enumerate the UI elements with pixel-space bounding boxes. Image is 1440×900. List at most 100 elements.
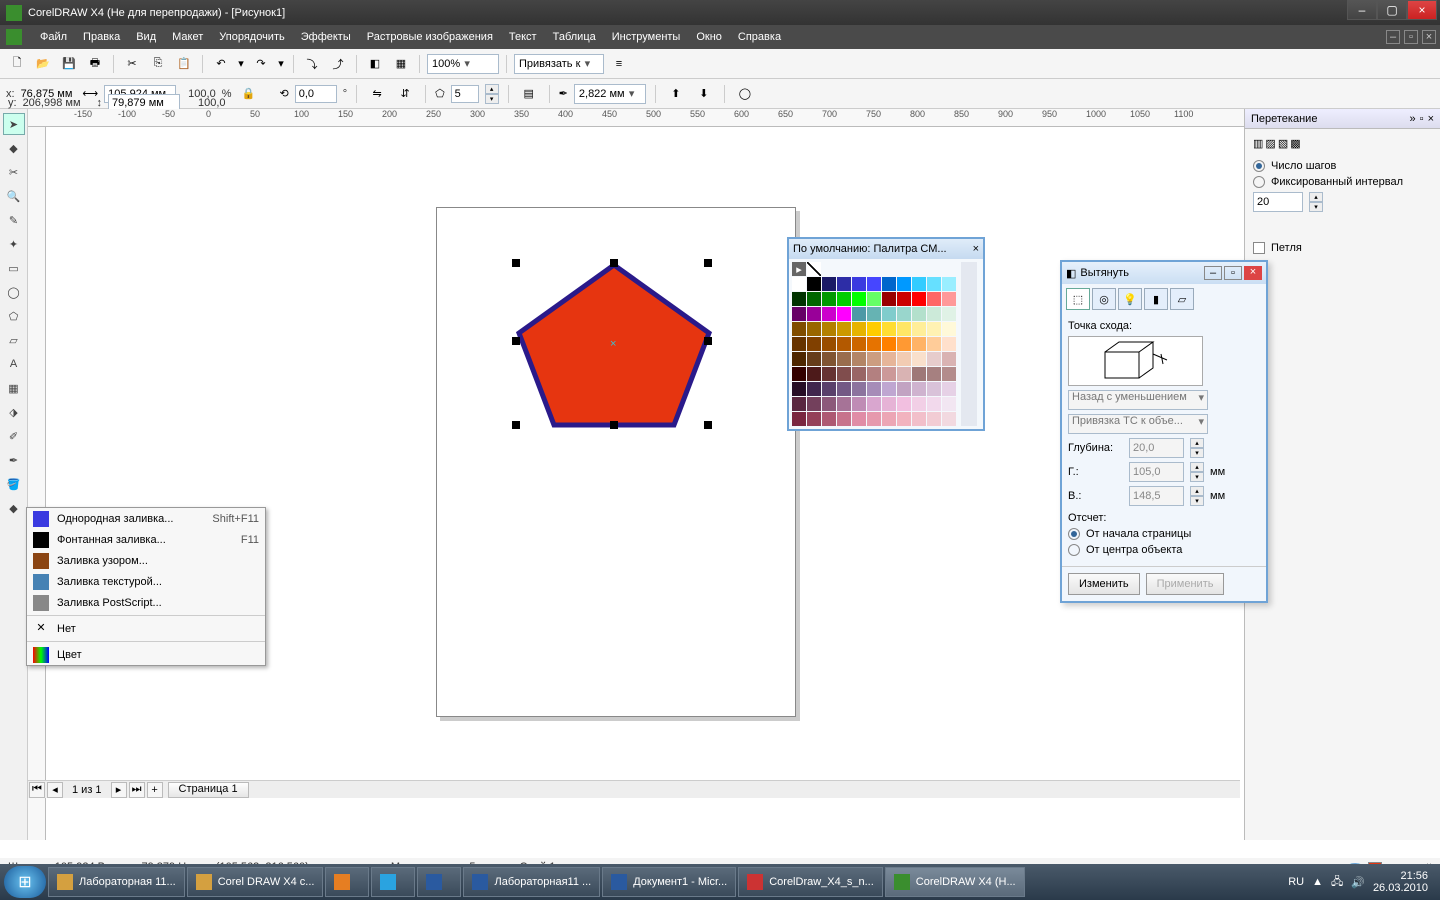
color-swatch[interactable] xyxy=(897,382,911,396)
convert-curves-icon[interactable]: ◯ xyxy=(734,83,756,105)
color-swatch[interactable] xyxy=(792,382,806,396)
extrude-tab-camera[interactable]: ⬚ xyxy=(1066,288,1090,310)
page-tab[interactable]: Страница 1 xyxy=(168,782,249,798)
color-swatch[interactable] xyxy=(897,367,911,381)
color-swatch[interactable] xyxy=(852,307,866,321)
table-tool[interactable]: ▦ xyxy=(3,377,25,399)
color-swatch[interactable] xyxy=(882,397,896,411)
extrude-type-select[interactable]: Назад с уменьшением▾ xyxy=(1068,390,1208,410)
color-swatch[interactable] xyxy=(882,352,896,366)
menu-text[interactable]: Текст xyxy=(501,31,545,43)
ellipse-tool[interactable]: ◯ xyxy=(3,281,25,303)
open-icon[interactable]: 📂 xyxy=(32,53,54,75)
horizontal-ruler[interactable]: миллиметры -150-100-50050100150200250300… xyxy=(28,109,1440,127)
color-swatch[interactable] xyxy=(837,292,851,306)
color-swatch[interactable] xyxy=(822,367,836,381)
color-swatch[interactable] xyxy=(897,352,911,366)
redo-icon[interactable]: ↷ xyxy=(250,53,272,75)
menu-table[interactable]: Таблица xyxy=(545,31,604,43)
redo-dropdown-icon[interactable]: ▾ xyxy=(276,53,286,75)
color-swatch[interactable] xyxy=(942,277,956,291)
color-swatch[interactable] xyxy=(912,307,926,321)
color-swatch[interactable] xyxy=(927,322,941,336)
color-swatch[interactable] xyxy=(792,322,806,336)
freehand-tool[interactable]: ✎ xyxy=(3,209,25,231)
v-input[interactable] xyxy=(1129,486,1184,506)
last-page-button[interactable]: ⏭ xyxy=(129,782,145,798)
options-icon[interactable]: ≡ xyxy=(608,53,630,75)
fill-tool[interactable]: 🪣 xyxy=(3,473,25,495)
interactive-fill-tool[interactable]: ◆ xyxy=(3,497,25,519)
color-swatch[interactable] xyxy=(927,337,941,351)
blend-tab-accel[interactable]: ▨ xyxy=(1265,137,1275,150)
color-swatch[interactable] xyxy=(837,352,851,366)
color-swatch[interactable] xyxy=(927,307,941,321)
blend-tab-steps[interactable]: ▥ xyxy=(1253,137,1263,150)
color-swatch[interactable] xyxy=(852,322,866,336)
color-swatch[interactable] xyxy=(822,397,836,411)
export-icon[interactable]: ⤴ xyxy=(327,53,349,75)
taskbar-item[interactable] xyxy=(417,867,461,897)
color-swatch[interactable] xyxy=(867,292,881,306)
lang-indicator[interactable]: RU xyxy=(1288,876,1304,888)
text-tool[interactable]: A xyxy=(3,353,25,375)
extrude-tab-light[interactable]: 💡 xyxy=(1118,288,1142,310)
fill-menu-item[interactable]: ✕Нет xyxy=(27,618,265,639)
extrude-tab-rotation[interactable]: ◎ xyxy=(1092,288,1116,310)
color-swatch[interactable] xyxy=(942,382,956,396)
color-swatch[interactable] xyxy=(912,337,926,351)
volume-icon[interactable]: 🔊 xyxy=(1351,876,1365,889)
blend-tab-misc[interactable]: ▩ xyxy=(1290,137,1300,150)
color-swatch[interactable] xyxy=(852,277,866,291)
vertical-ruler[interactable] xyxy=(28,127,46,840)
network-icon[interactable]: 🖧 xyxy=(1331,873,1343,892)
color-swatch[interactable] xyxy=(867,307,881,321)
minimize-button[interactable]: – xyxy=(1347,0,1377,20)
color-swatch[interactable] xyxy=(837,382,851,396)
color-swatch[interactable] xyxy=(897,292,911,306)
color-swatch[interactable] xyxy=(822,412,836,426)
color-swatch[interactable] xyxy=(897,337,911,351)
taskbar-item[interactable] xyxy=(325,867,369,897)
color-swatch[interactable] xyxy=(942,292,956,306)
color-swatch[interactable] xyxy=(807,322,821,336)
copy-icon[interactable]: ⎘ xyxy=(147,53,169,75)
fill-menu-item[interactable]: Заливка PostScript... xyxy=(27,592,265,613)
color-swatch[interactable] xyxy=(912,367,926,381)
menu-layout[interactable]: Макет xyxy=(164,31,211,43)
app-launcher-icon[interactable]: ◧ xyxy=(364,53,386,75)
selected-pentagon[interactable]: × xyxy=(504,257,724,437)
color-swatch[interactable] xyxy=(882,307,896,321)
color-swatch[interactable] xyxy=(822,382,836,396)
taskbar-item[interactable]: Лабораторная11 ... xyxy=(463,867,600,897)
color-swatch[interactable] xyxy=(822,337,836,351)
color-swatch[interactable] xyxy=(912,352,926,366)
color-swatch[interactable] xyxy=(852,292,866,306)
color-swatch[interactable] xyxy=(942,307,956,321)
color-swatch[interactable] xyxy=(912,322,926,336)
color-swatch[interactable] xyxy=(807,352,821,366)
color-swatch[interactable] xyxy=(897,397,911,411)
color-swatch[interactable] xyxy=(867,337,881,351)
new-icon[interactable]: 🗋 xyxy=(6,53,28,75)
color-swatch[interactable] xyxy=(942,397,956,411)
color-swatch[interactable] xyxy=(807,277,821,291)
docker-close-icon[interactable]: × xyxy=(1428,113,1434,125)
fill-menu-item[interactable]: Заливка текстурой... xyxy=(27,571,265,592)
first-page-button[interactable]: ⏮ xyxy=(29,782,45,798)
crop-tool[interactable]: ✂ xyxy=(3,161,25,183)
extrude-vp-select[interactable]: Привязка ТС к объе...▾ xyxy=(1068,414,1208,434)
color-swatch[interactable] xyxy=(927,367,941,381)
taskbar-item[interactable]: Документ1 - Micr... xyxy=(602,867,736,897)
color-swatch[interactable] xyxy=(942,337,956,351)
tray-icon[interactable]: ▲ xyxy=(1312,876,1323,888)
zoom-combo[interactable]: 100%▾ xyxy=(427,54,499,74)
color-swatch[interactable] xyxy=(897,307,911,321)
h-input[interactable] xyxy=(1129,462,1184,482)
color-swatch[interactable] xyxy=(882,322,896,336)
color-swatch[interactable] xyxy=(837,397,851,411)
menu-arrange[interactable]: Упорядочить xyxy=(211,31,292,43)
color-swatch[interactable] xyxy=(852,352,866,366)
color-swatch[interactable] xyxy=(822,352,836,366)
menu-tools[interactable]: Инструменты xyxy=(604,31,689,43)
